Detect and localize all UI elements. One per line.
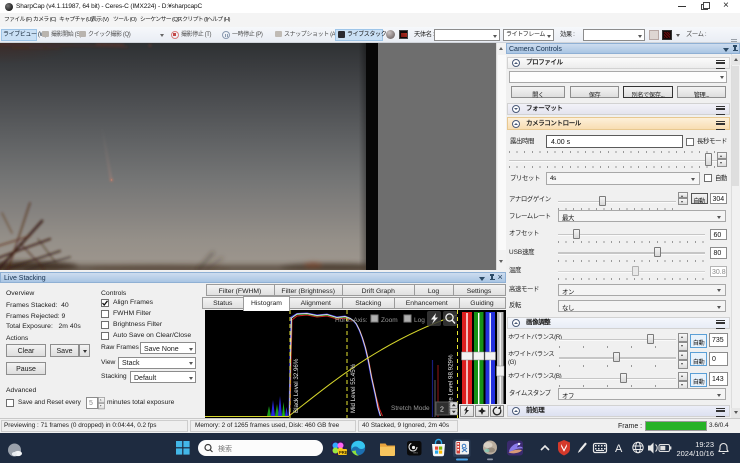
- svg-text:PRE: PRE: [339, 450, 348, 455]
- svg-text:Mid Level 55.45%: Mid Level 55.45%: [350, 363, 357, 413]
- svg-text:Horiz. Axis:: Horiz. Axis:: [335, 317, 368, 324]
- svg-text:Black Level 32.96%: Black Level 32.96%: [293, 358, 300, 413]
- svg-text:検索: 検索: [218, 444, 232, 453]
- svg-text:2: 2: [440, 407, 444, 414]
- svg-text:Zoom: Zoom: [381, 317, 398, 324]
- svg-text:Stretch Mode: Stretch Mode: [391, 405, 430, 412]
- svg-text:A: A: [615, 443, 623, 455]
- svg-text:Log: Log: [414, 317, 425, 324]
- svg-text:19:23: 19:23: [695, 440, 714, 449]
- svg-text:2024/10/16: 2024/10/16: [676, 449, 714, 458]
- svg-text:neo: neo: [413, 451, 418, 455]
